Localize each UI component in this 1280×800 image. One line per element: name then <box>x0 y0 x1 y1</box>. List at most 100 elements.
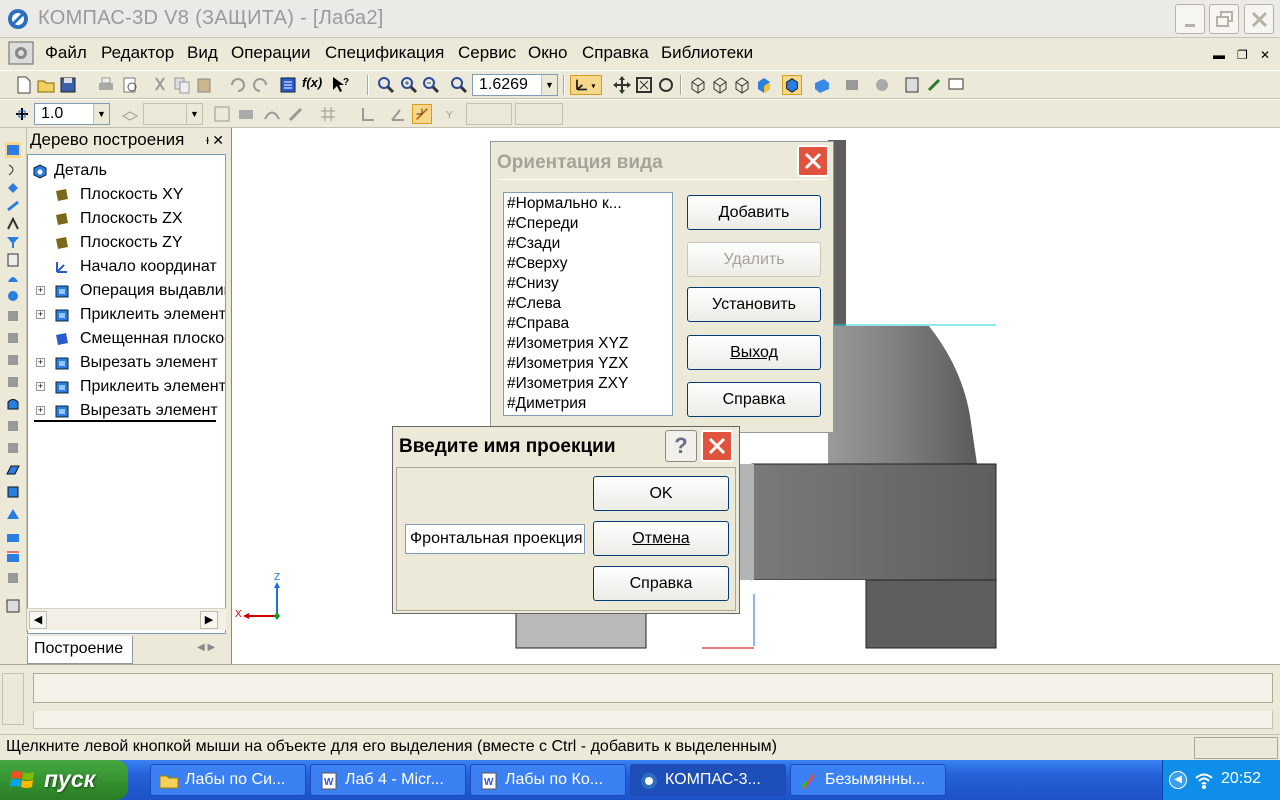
pen-icon[interactable] <box>286 104 306 124</box>
scroll-left-icon[interactable]: ◀ <box>29 611 47 629</box>
chamfer-icon[interactable] <box>5 330 21 346</box>
display-icon[interactable] <box>946 75 966 95</box>
shaded-icon[interactable] <box>754 75 774 95</box>
step-combobox[interactable]: 1.0 ▼ <box>34 103 110 125</box>
orientation-list-item[interactable]: #Изометрия XYZ <box>507 335 628 353</box>
mates-icon[interactable] <box>902 75 922 95</box>
projection-close-button[interactable] <box>701 430 733 462</box>
orientation-list-item[interactable]: #Слева <box>507 295 561 313</box>
coordinates-icon[interactable]: Y <box>444 104 464 124</box>
orientation-list-item[interactable]: #Сзади <box>507 235 560 253</box>
axis-icon[interactable] <box>5 506 21 522</box>
section-icon[interactable] <box>842 75 862 95</box>
menu-specification[interactable]: Спецификация <box>325 43 444 63</box>
zoom-scale-icon[interactable] <box>449 75 469 95</box>
fit-all-icon[interactable] <box>634 75 654 95</box>
orient-model-icon[interactable] <box>872 75 892 95</box>
tab-build[interactable]: Построение <box>27 636 133 664</box>
curve-icon[interactable] <box>262 104 282 124</box>
rotate-icon[interactable] <box>656 75 676 95</box>
orientation-list-item[interactable]: #Снизу <box>507 275 559 293</box>
orientation-list-item[interactable]: #Спереди <box>507 215 578 233</box>
slope-icon[interactable] <box>5 418 21 434</box>
layer-icon[interactable] <box>120 104 140 124</box>
menu-libraries[interactable]: Библиотеки <box>661 43 753 63</box>
snap-points-icon[interactable] <box>236 104 256 124</box>
orientation-close-button[interactable] <box>797 145 829 177</box>
rebuild-icon[interactable] <box>924 75 944 95</box>
print-preview-icon[interactable] <box>120 75 140 95</box>
orientation-list-item[interactable]: #Изометрия ZXY <box>507 375 628 393</box>
coord-x-field[interactable] <box>466 103 512 125</box>
cube-icon[interactable] <box>5 484 21 500</box>
expand-icon[interactable]: + <box>36 286 45 295</box>
function-icon[interactable]: f(x) <box>302 75 322 95</box>
set-button[interactable]: Установить <box>687 287 821 322</box>
help-icon[interactable]: ? <box>665 430 697 462</box>
shell-icon[interactable] <box>5 352 21 368</box>
cut-icon[interactable] <box>150 75 170 95</box>
mdi-minimize-button[interactable]: ▬ <box>1213 48 1225 62</box>
snap-grid-icon[interactable] <box>212 104 232 124</box>
taskbar-button[interactable]: Безымянны... <box>790 764 946 796</box>
curve-tool-icon[interactable] <box>5 216 21 232</box>
close-window-button[interactable] <box>1244 4 1274 34</box>
panel-grip[interactable] <box>2 673 24 725</box>
pan-icon[interactable] <box>612 75 632 95</box>
chevron-down-icon[interactable]: ▼ <box>541 75 557 95</box>
tree-horizontal-scrollbar[interactable]: ◀ ▶ <box>27 608 226 630</box>
menu-service[interactable]: Сервис <box>458 43 516 63</box>
angle-snap-icon[interactable] <box>388 104 408 124</box>
mdi-restore-button[interactable]: ❐ <box>1237 48 1248 62</box>
chevron-down-icon[interactable]: ▼ <box>93 104 109 124</box>
exit-button[interactable]: Выход <box>687 335 821 370</box>
redo-icon[interactable] <box>250 75 270 95</box>
thread-icon[interactable] <box>5 440 21 456</box>
spec-icon[interactable] <box>5 270 21 286</box>
menu-file[interactable]: Файл <box>45 43 87 63</box>
thin-hidden-lines-icon[interactable] <box>732 75 752 95</box>
close-icon[interactable]: ✕ <box>212 128 224 152</box>
fillet-icon[interactable] <box>5 308 21 324</box>
scroll-right-icon[interactable]: ▶ <box>200 611 218 629</box>
cancel-button[interactable]: Отмена <box>593 521 729 556</box>
start-button[interactable]: пуск <box>0 760 128 800</box>
measure-icon[interactable] <box>5 252 21 268</box>
wireframe-icon[interactable] <box>688 75 708 95</box>
orientation-list-item[interactable]: #Сверху <box>507 255 567 273</box>
ortho-icon[interactable] <box>358 104 378 124</box>
taskbar-button[interactable]: Лабы по Си... <box>150 764 306 796</box>
new-file-icon[interactable] <box>14 75 34 95</box>
projection-name-input[interactable]: Фронтальная проекция <box>405 524 585 554</box>
copy-feature-icon[interactable] <box>5 570 21 586</box>
menu-editor[interactable]: Редактор <box>101 43 174 63</box>
menu-view[interactable]: Вид <box>187 43 218 63</box>
wifi-icon[interactable] <box>1193 769 1215 791</box>
tab-scroll-icon[interactable]: ◀ ▶ <box>197 642 215 653</box>
orientation-help-button[interactable]: Справка <box>687 382 821 417</box>
expand-icon[interactable]: + <box>36 406 45 415</box>
tray-expand-icon[interactable]: ◀ <box>1169 771 1187 789</box>
cut-extrude-icon[interactable] <box>5 198 21 214</box>
library-icon[interactable] <box>5 598 21 614</box>
minimize-button[interactable] <box>1175 4 1205 34</box>
filter-icon[interactable] <box>5 234 21 250</box>
save-icon[interactable] <box>58 75 78 95</box>
orientation-list-item[interactable]: #Справа <box>507 315 569 333</box>
orientation-list-item[interactable]: #Изометрия YZX <box>507 355 628 373</box>
add-button[interactable]: Добавить <box>687 195 821 230</box>
zoom-window-icon[interactable] <box>376 75 396 95</box>
menu-operations[interactable]: Операции <box>231 43 311 63</box>
extrude-icon[interactable] <box>5 180 21 196</box>
delete-button[interactable]: Удалить <box>687 242 821 277</box>
shaded-edges-icon[interactable] <box>782 75 802 95</box>
zoom-combobox[interactable]: 1.6269 ▼ <box>472 74 558 96</box>
mdi-close-button[interactable]: ✕ <box>1260 48 1270 62</box>
step-cursor-icon[interactable] <box>12 104 32 124</box>
projection-help-button[interactable]: Справка <box>593 566 729 601</box>
copy-icon[interactable] <box>172 75 192 95</box>
expand-icon[interactable]: + <box>36 358 45 367</box>
ok-button[interactable]: OK <box>593 476 729 511</box>
help-pointer-icon[interactable]: ? <box>330 75 350 95</box>
coord-y-field[interactable] <box>515 103 563 125</box>
